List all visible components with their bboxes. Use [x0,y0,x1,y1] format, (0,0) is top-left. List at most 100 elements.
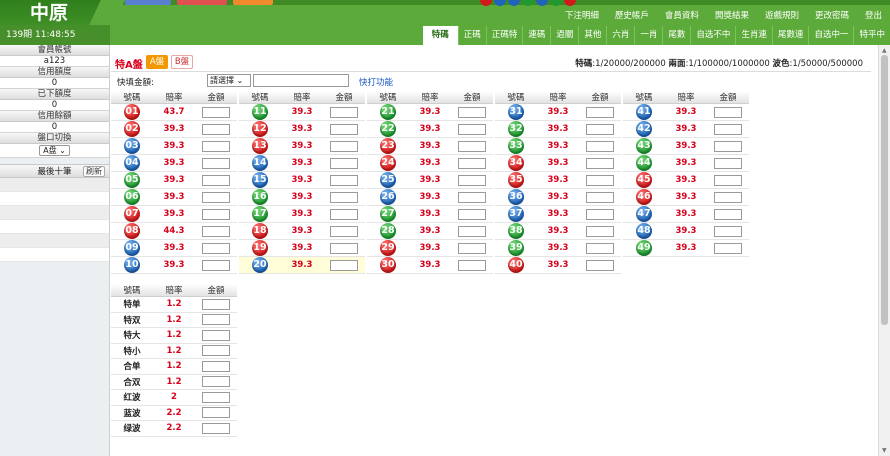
game-tab[interactable]: 正碼 [457,26,486,45]
game-tab[interactable]: 過關 [550,26,578,45]
game-tab[interactable]: 正碼特 [485,26,523,45]
amount-input[interactable] [714,208,742,220]
amount-input[interactable] [330,123,358,135]
amount-input[interactable] [458,225,486,237]
top-nav-link[interactable]: 歷史帳戶 [607,10,657,23]
amount-input[interactable] [714,191,742,203]
amount-input[interactable] [202,314,230,326]
game-tab[interactable]: 尾數連 [771,26,809,45]
top-nav-link[interactable]: 開獎結果 [707,10,757,23]
game-tab[interactable]: 一肖 [634,26,662,45]
amount-input[interactable] [202,391,230,403]
amount-input[interactable] [202,422,230,434]
market-switch-select[interactable]: A盘 ⌄ [39,145,70,156]
game-tab[interactable]: 連碼 [522,26,550,45]
amount-input[interactable] [586,208,614,220]
amount-input[interactable] [458,106,486,118]
number-ball: 25 [380,172,396,188]
amount-input[interactable] [202,106,230,118]
amount-input[interactable] [714,174,742,186]
scroll-thumb[interactable] [881,55,888,325]
amount-input[interactable] [586,106,614,118]
top-chip-red[interactable] [177,0,227,5]
amount-input[interactable] [586,123,614,135]
top-nav-link[interactable]: 會員資料 [657,10,707,23]
amount-input[interactable] [714,225,742,237]
amount-input[interactable] [202,157,230,169]
amount-input[interactable] [714,140,742,152]
amount-input[interactable] [458,259,486,271]
market-b-button[interactable]: B盤 [171,55,193,69]
number-row: 45 39.3 [623,171,749,189]
number-ball: 11 [252,104,268,120]
game-tab[interactable]: 自选不中 [690,26,735,45]
amount-input[interactable] [202,174,230,186]
amount-input[interactable] [202,140,230,152]
quick-fill-select[interactable]: 請選擇 ⌄ [207,74,251,87]
amount-input[interactable] [330,140,358,152]
game-tab[interactable]: 其他 [578,26,606,45]
top-nav-link[interactable]: 更改密碼 [807,10,857,23]
number-ball: 28 [380,223,396,239]
top-chip-orange[interactable] [233,0,273,5]
amount-input[interactable] [458,140,486,152]
amount-input[interactable] [330,174,358,186]
refresh-button[interactable]: 刷新 [83,166,105,177]
amount-input[interactable] [330,208,358,220]
amount-input[interactable] [586,157,614,169]
amount-input[interactable] [458,242,486,254]
amount-input[interactable] [586,174,614,186]
amount-input[interactable] [202,329,230,341]
amount-input[interactable] [330,157,358,169]
amount-input[interactable] [586,259,614,271]
amount-input[interactable] [458,123,486,135]
amount-input[interactable] [330,225,358,237]
amount-input[interactable] [202,123,230,135]
amount-input[interactable] [202,208,230,220]
amount-input[interactable] [202,191,230,203]
amount-input[interactable] [586,242,614,254]
number-cell: 24 [367,154,409,172]
scroll-down-icon[interactable]: ▼ [882,447,887,454]
top-nav-link[interactable]: 遊戲規則 [757,10,807,23]
amount-input[interactable] [714,242,742,254]
top-chip-blue[interactable] [125,0,171,5]
game-tab[interactable]: 尾數 [662,26,690,45]
amount-input[interactable] [458,208,486,220]
amount-input[interactable] [202,360,230,372]
amount-input[interactable] [714,106,742,118]
amount-input[interactable] [714,157,742,169]
amount-input[interactable] [202,345,230,357]
page-scrollbar[interactable]: ▲ ▼ [878,45,890,456]
quick-fill-amount-input[interactable] [253,74,349,87]
amount-input[interactable] [330,259,358,271]
amount-input[interactable] [202,376,230,388]
amount-input[interactable] [202,242,230,254]
amount-input[interactable] [458,174,486,186]
game-tab[interactable]: 生肖連 [735,26,772,45]
top-nav-link[interactable]: 下注明細 [557,10,607,23]
amount-cell [323,205,365,223]
amount-input[interactable] [202,225,230,237]
amount-input[interactable] [458,157,486,169]
amount-input[interactable] [330,191,358,203]
quick-bet-link[interactable]: 快打功能 [359,76,393,88]
amount-input[interactable] [586,191,614,203]
amount-input[interactable] [458,191,486,203]
recent-bet-row [0,178,109,192]
game-tab[interactable]: 特平中 [853,26,890,45]
amount-input[interactable] [330,106,358,118]
amount-input[interactable] [202,259,230,271]
game-tab[interactable]: 自选中一 [808,26,853,45]
scroll-up-icon[interactable]: ▲ [882,47,887,54]
top-nav-link[interactable]: 登出 [857,10,890,23]
amount-input[interactable] [330,242,358,254]
market-a-button[interactable]: A盤 [146,55,168,69]
amount-input[interactable] [714,123,742,135]
amount-input[interactable] [586,225,614,237]
game-tab[interactable]: 特碼 [422,26,458,45]
amount-input[interactable] [202,298,230,310]
amount-input[interactable] [202,407,230,419]
game-tab[interactable]: 六肖 [606,26,634,45]
amount-input[interactable] [586,140,614,152]
